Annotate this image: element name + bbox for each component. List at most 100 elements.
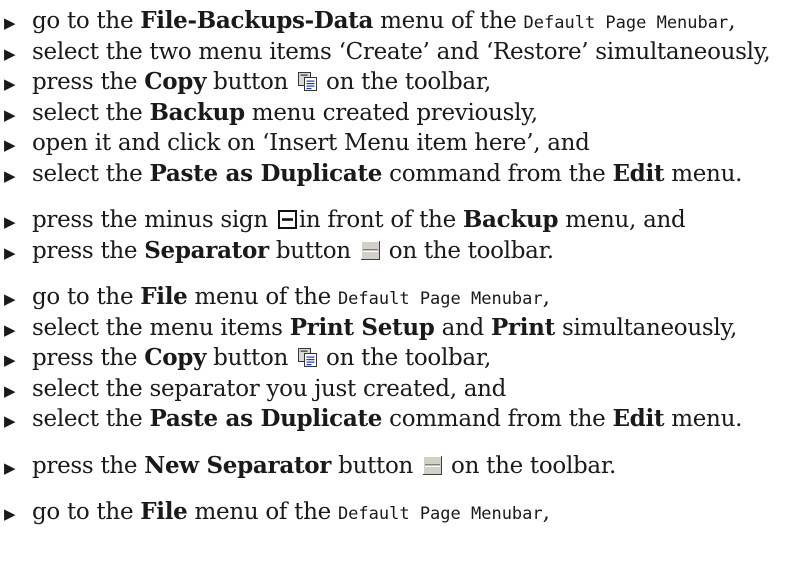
text-run: select the — [32, 99, 150, 126]
text-run: menu of the — [373, 8, 524, 34]
text-run: press the — [32, 69, 145, 95]
step-text: press the Copy button on the toolbar, — [32, 67, 491, 98]
step-item: ▶ press the Copy button on the toolbar, — [0, 67, 794, 98]
step-item: ▶ press the Separator button on the toolb… — [0, 236, 794, 267]
step-text: press the Separator button on the toolba… — [32, 236, 554, 267]
step-text: select the Backup menu created previousl… — [32, 98, 538, 129]
text-run: , — [542, 499, 550, 525]
bullet-arrow-icon: ▶ — [4, 166, 16, 185]
text-run: press the — [32, 452, 145, 479]
step-text: go to the File menu of the Default Page … — [32, 497, 550, 530]
bold-term: File — [140, 283, 188, 310]
text-run: select the two menu items ‘Create’ and ‘… — [32, 38, 771, 65]
bold-term: Backup — [149, 98, 246, 126]
instruction-document: ▶ go to the File-Backups-Data menu of the… — [0, 6, 794, 528]
text-run: on the toolbar, — [319, 345, 492, 371]
step-text: open it and click on ‘Insert Menu item h… — [32, 128, 590, 159]
text-run: on the toolbar, — [319, 69, 492, 95]
bullet-arrow-icon: ▶ — [4, 381, 16, 400]
bullet-arrow-icon: ▶ — [4, 136, 16, 154]
text-run: button — [268, 237, 358, 264]
step-item: ▶ press the Copy button on the toolbar, — [0, 343, 794, 374]
bullet-arrow-icon: ▶ — [4, 75, 16, 93]
step-text: select the two menu items ‘Create’ and ‘… — [32, 37, 771, 68]
code-term: Default Page Menubar — [523, 13, 729, 33]
text-run: menu created previously, — [244, 99, 538, 126]
bullet-arrow-icon: ▶ — [4, 243, 16, 262]
separator-icon — [423, 455, 443, 475]
step-group: ▶ go to the File menu of the Default Page… — [0, 497, 794, 528]
step-text: select the Paste as Duplicate command fr… — [32, 404, 742, 435]
text-run: select the — [32, 160, 150, 187]
text-run: press the — [32, 345, 145, 371]
text-run: button — [206, 345, 296, 371]
step-text: press the New Separator button on the to… — [32, 451, 616, 482]
bold-term: New Separator — [144, 451, 332, 479]
separator-icon — [360, 240, 380, 260]
step-item: ▶ press the New Separator button on the t… — [0, 451, 794, 482]
bullet-arrow-icon: ▶ — [4, 44, 16, 63]
bold-term: Copy — [144, 344, 207, 371]
text-run: , — [542, 284, 550, 310]
bold-term: Print Setup — [289, 313, 435, 341]
text-run: and — [434, 314, 491, 341]
step-item: ▶ select the menu items Print Setup and P… — [0, 313, 794, 344]
step-group: ▶ go to the File menu of the Default Page… — [0, 282, 794, 435]
step-group: ▶ press the minus sign in front of the Ba… — [0, 205, 794, 266]
step-text: select the Paste as Duplicate command fr… — [32, 159, 742, 190]
bold-term: Backup — [462, 206, 559, 233]
step-item: ▶ select the Paste as Duplicate command f… — [0, 159, 794, 190]
step-text: select the separator you just created, a… — [32, 374, 506, 405]
text-run: command from the — [382, 406, 613, 432]
bold-term: Paste as Duplicate — [149, 405, 383, 432]
bullet-arrow-icon: ▶ — [4, 213, 16, 231]
step-group: ▶ go to the File-Backups-Data menu of the… — [0, 6, 794, 189]
text-run: menu, and — [558, 207, 686, 233]
step-text: press the minus sign in front of the Bac… — [32, 205, 686, 236]
step-item: ▶ go to the File-Backups-Data menu of the… — [0, 6, 794, 37]
text-run: in front of the — [298, 207, 463, 233]
text-run: , — [728, 8, 736, 34]
text-run: on the toolbar. — [381, 237, 554, 264]
bullet-arrow-icon: ▶ — [4, 412, 16, 430]
step-text: go to the File menu of the Default Page … — [32, 282, 550, 315]
text-run: select the separator you just created, a… — [32, 375, 507, 402]
text-run: go to the — [32, 8, 141, 34]
minus-box-icon — [277, 210, 297, 229]
code-term: Default Page Menubar — [337, 504, 543, 524]
step-item: ▶ select the Backup menu created previous… — [0, 98, 794, 129]
step-item: ▶ go to the File menu of the Default Page… — [0, 282, 794, 313]
bold-term: Edit — [612, 159, 665, 187]
step-item: ▶ select the Paste as Duplicate command f… — [0, 404, 794, 435]
bullet-arrow-icon: ▶ — [4, 351, 16, 369]
text-run: go to the — [32, 499, 141, 525]
text-run: open it and click on ‘Insert Menu item h… — [32, 130, 590, 156]
step-item: ▶ select the separator you just created, … — [0, 374, 794, 405]
step-item: ▶ press the minus sign in front of the Ba… — [0, 205, 794, 236]
text-run: command from the — [382, 160, 613, 187]
text-run: select the menu items — [32, 314, 290, 341]
step-text: go to the File-Backups-Data menu of the … — [32, 6, 736, 39]
text-run: press the — [32, 237, 145, 264]
text-run: menu of the — [187, 284, 338, 310]
step-text: select the menu items Print Setup and Pr… — [32, 313, 737, 344]
text-run: on the toolbar. — [444, 452, 617, 479]
text-run: menu. — [664, 406, 743, 432]
bullet-arrow-icon: ▶ — [4, 14, 16, 32]
step-item: ▶ select the two menu items ‘Create’ and … — [0, 37, 794, 68]
bullet-arrow-icon: ▶ — [4, 505, 16, 523]
bold-term: File-Backups-Data — [140, 7, 374, 34]
bold-term: Copy — [144, 68, 207, 95]
bullet-arrow-icon: ▶ — [4, 320, 16, 339]
text-run: simultaneously, — [554, 314, 738, 341]
bold-term: Paste as Duplicate — [149, 159, 383, 187]
bold-term: Edit — [612, 405, 665, 432]
bold-term: Separator — [144, 236, 269, 264]
text-run: button — [331, 452, 421, 479]
step-group: ▶ press the New Separator button on the t… — [0, 451, 794, 482]
bullet-arrow-icon: ▶ — [4, 458, 16, 477]
step-item: ▶ open it and click on ‘Insert Menu item … — [0, 128, 794, 159]
bullet-arrow-icon: ▶ — [4, 105, 16, 124]
step-text: press the Copy button on the toolbar, — [32, 343, 491, 374]
bold-term: File — [140, 498, 188, 525]
